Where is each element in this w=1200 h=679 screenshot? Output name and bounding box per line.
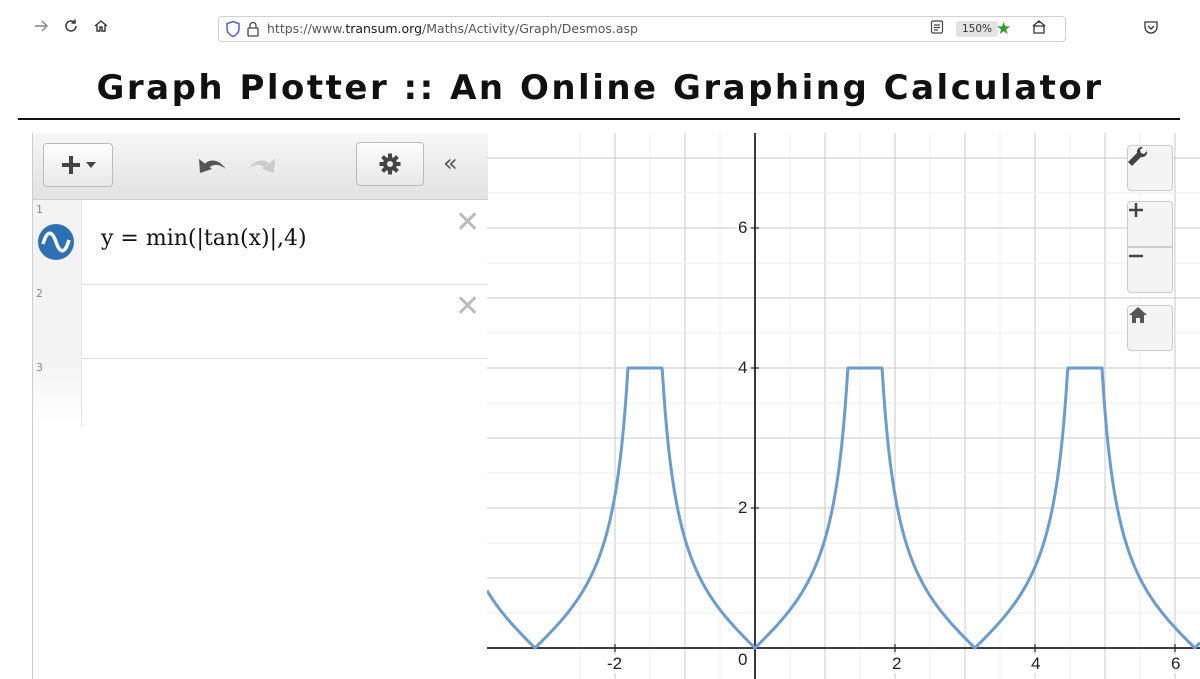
wrench-icon — [1128, 146, 1148, 166]
y-tick-label: 2 — [737, 498, 749, 517]
expression-row-2[interactable]: 2 ✕ — [33, 284, 488, 359]
expression-number: 3 — [36, 361, 43, 374]
shield-icon[interactable] — [225, 20, 241, 42]
back-icon[interactable] — [28, 14, 54, 38]
browser-toolbar: https://www.transum.org/Maths/Activity/G… — [0, 0, 1200, 52]
undo-icon[interactable] — [198, 153, 228, 181]
url-prefix: https://www. — [267, 21, 346, 36]
url-path: /Maths/Activity/Graph/Desmos.asp — [422, 21, 638, 36]
graph-svg[interactable] — [487, 133, 1200, 679]
gear-icon — [379, 153, 401, 175]
default-viewport-button[interactable] — [1127, 305, 1173, 351]
zoom-in-button[interactable] — [1127, 201, 1173, 247]
reload-icon[interactable] — [58, 14, 84, 38]
zoom-in-icon — [1129, 203, 1143, 217]
expression-gutter: 2 — [33, 284, 82, 358]
url-text[interactable]: https://www.transum.org/Maths/Activity/G… — [267, 21, 638, 36]
zoom-level[interactable]: 150% — [956, 21, 999, 37]
title-divider — [18, 118, 1180, 120]
zoom-out-icon — [1129, 254, 1143, 258]
page-title: Graph Plotter :: An Online Graphing Calc… — [96, 68, 1104, 108]
y-tick-label: 6 — [737, 218, 749, 237]
graph-settings-button[interactable] — [1127, 145, 1173, 191]
y-tick-label: 4 — [737, 358, 749, 377]
settings-button[interactable] — [356, 142, 424, 186]
graph-canvas[interactable]: -2 0 2 4 6 2 4 6 — [487, 133, 1200, 679]
graph-wave-icon[interactable] — [36, 222, 76, 266]
expression-row-3[interactable]: 3 — [33, 358, 488, 428]
add-icon — [62, 156, 80, 174]
star-icon[interactable]: ★ — [996, 19, 1011, 39]
expression-panel: « 1 y = min(|tan(x)|,4) ✕ 2 ✕ 3 — [32, 133, 488, 679]
x-tick-label: -2 — [606, 654, 624, 673]
reader-icon[interactable] — [929, 19, 945, 39]
expression-number: 2 — [36, 287, 43, 300]
extension-icon[interactable] — [1030, 18, 1048, 40]
x-tick-label: 2 — [891, 654, 903, 673]
expression-number: 1 — [36, 203, 43, 216]
expression-gutter: 3 — [33, 358, 82, 428]
home-icon[interactable] — [88, 14, 114, 38]
x-tick-label: 4 — [1030, 654, 1042, 673]
redo-icon[interactable] — [246, 153, 276, 181]
url-host: transum.org — [345, 21, 423, 36]
x-tick-label: 6 — [1170, 654, 1182, 673]
home-icon — [1129, 307, 1147, 323]
lock-icon[interactable] — [246, 20, 260, 42]
close-icon[interactable]: ✕ — [455, 292, 480, 322]
collapse-icon[interactable]: « — [443, 149, 458, 177]
x-tick-label: 0 — [737, 650, 749, 669]
expression-toolbar: « — [33, 133, 488, 200]
expression-input[interactable]: y = min(|tan(x)|,4) — [101, 226, 307, 251]
expression-gutter: 1 — [33, 200, 82, 284]
add-expression-button[interactable] — [43, 143, 113, 187]
chevron-down-icon — [86, 162, 96, 168]
expression-row-1[interactable]: 1 y = min(|tan(x)|,4) ✕ — [33, 200, 488, 285]
zoom-out-button[interactable] — [1127, 247, 1173, 293]
pocket-icon[interactable] — [1143, 19, 1159, 39]
close-icon[interactable]: ✕ — [455, 208, 480, 238]
